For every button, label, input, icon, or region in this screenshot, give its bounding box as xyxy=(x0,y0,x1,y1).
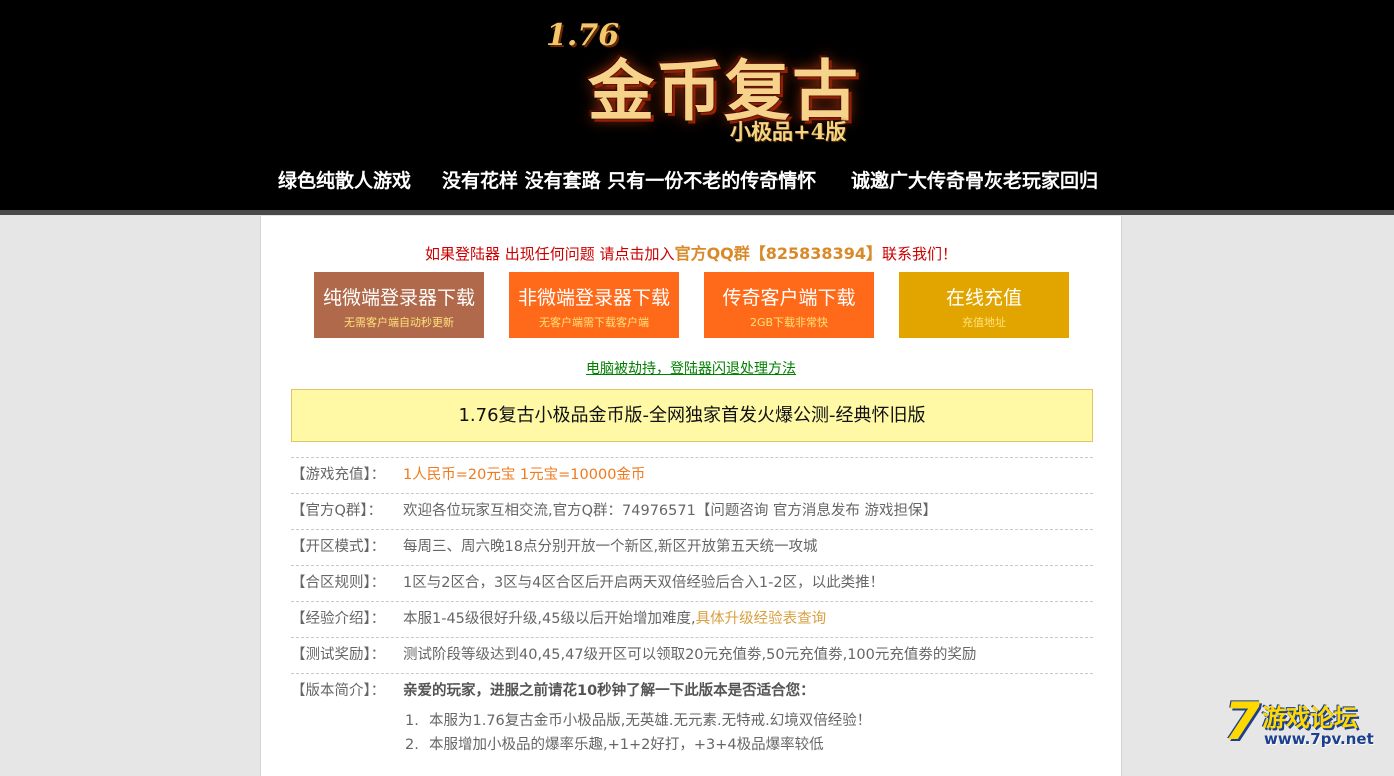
slogan-bar: 绿色纯散人游戏 没有花样 没有套路 只有一份不老的传奇情怀 诚邀广大传奇骨灰老玩… xyxy=(0,166,1394,192)
list-item: 1. 本服为1.76复古金币小极品版,无英雄.无元素.无特戒.幻境双倍经验！ xyxy=(405,709,871,733)
login-notice: 如果登陆器 出现任何问题 请点击加入官方QQ群【825838394】联系我们！ xyxy=(261,240,1121,264)
exp-table-link[interactable]: 具体升级经验表查询 xyxy=(696,611,827,627)
list-item-text: 本服增加小极品的爆率乐趣,+1+2好打，+3+4极品爆率较低 xyxy=(429,737,824,753)
version-intro-list: 1. 本服为1.76复古金币小极品版,无英雄.无元素.无特戒.幻境双倍经验！ 2.… xyxy=(405,709,871,757)
info-value: 测试阶段等级达到40,45,47级开区可以领取20元充值劵,50元充值劵,100… xyxy=(403,647,977,663)
hijack-fix-row: 电脑被劫持，登陆器闪退处理方法 xyxy=(261,358,1121,378)
info-label: 【游戏充值】： xyxy=(291,467,386,483)
info-row-experience: 【经验介绍】： 本服1-45级很好升级,45级以后开始增加难度,具体升级经验表查询 xyxy=(291,602,1093,638)
info-row-open-mode: 【开区模式】： 每周三、周六晚18点分别开放一个新区,新区开放第五天统一攻城 xyxy=(291,530,1093,566)
button-title: 在线充值 xyxy=(945,287,1022,309)
list-item: 2. 本服增加小极品的爆率乐趣,+1+2好打，+3+4极品爆率较低 xyxy=(405,733,871,757)
logo-subtitle: 小极品+4版 xyxy=(730,119,847,144)
list-item-number: 1. xyxy=(405,713,419,729)
info-row-merge-rules: 【合区规则】： 1区与2区合，3区与4区合区后开启两天双倍经验后合入1-2区，以此… xyxy=(291,566,1093,602)
content-panel: 如果登陆器 出现任何问题 请点击加入官方QQ群【825838394】联系我们！ … xyxy=(260,216,1122,776)
info-label: 【开区模式】： xyxy=(291,539,386,555)
notice-prefix: 如果登陆器 出现任何问题 请点击加入 xyxy=(425,245,675,263)
info-value: 欢迎各位玩家互相交流,官方Q群：74976571【问题咨询 官方消息发布 游戏担… xyxy=(403,503,938,519)
info-label: 【测试奖励】： xyxy=(291,647,386,663)
game-logo: 1.76 金币复古 小极品+4版 xyxy=(540,10,900,150)
info-label: 【官方Q群】： xyxy=(291,503,383,519)
list-item-text: 本服为1.76复古金币小极品版,无英雄.无元素.无特戒.幻境双倍经验！ xyxy=(429,713,872,729)
list-item-number: 2. xyxy=(405,737,419,753)
page-header: 1.76 金币复古 小极品+4版 绿色纯散人游戏 没有花样 没有套路 只有一份不… xyxy=(0,0,1394,210)
watermark-url: www.7pv.net xyxy=(1264,730,1374,748)
button-subtitle: 无客户端需下载客户端 xyxy=(539,316,649,329)
header-divider xyxy=(0,210,1394,215)
online-recharge-button[interactable]: 在线充值 充值地址 xyxy=(899,272,1069,338)
button-subtitle: 2GB下载非常快 xyxy=(749,316,829,329)
button-title: 非微端登录器下载 xyxy=(517,287,670,309)
info-row-qq: 【官方Q群】： 欢迎各位玩家互相交流,官方Q群：74976571【问题咨询 官方消… xyxy=(291,494,1093,530)
info-list: 【游戏充值】： 1人民币=20元宝 1元宝=10000金币 【官方Q群】： 欢迎各位… xyxy=(291,457,1093,769)
game-client-download-button[interactable]: 传奇客户端下载 2GB下载非常快 xyxy=(704,272,874,338)
info-row-test-reward: 【测试奖励】： 测试阶段等级达到40,45,47级开区可以领取20元充值劵,50元… xyxy=(291,638,1093,674)
notice-suffix: 联系我们！ xyxy=(881,245,957,263)
button-title: 传奇客户端下载 xyxy=(722,287,856,309)
button-subtitle: 充值地址 xyxy=(962,316,1006,329)
slogan-3: 诚邀广大传奇骨灰老玩家回归 xyxy=(851,170,1099,192)
slogan-2: 没有花样 没有套路 只有一份不老的传奇情怀 xyxy=(442,170,817,192)
hijack-fix-link[interactable]: 电脑被劫持，登陆器闪退处理方法 xyxy=(586,361,796,377)
info-value: 1人民币=20元宝 1元宝=10000金币 xyxy=(403,467,646,483)
watermark-name: 游戏论坛 xyxy=(1262,704,1358,732)
info-value: 1区与2区合，3区与4区合区后开启两天双倍经验后合入1-2区，以此类推！ xyxy=(403,575,885,591)
slogan-1: 绿色纯散人游戏 xyxy=(278,170,412,192)
info-label: 【版本简介】： xyxy=(291,683,386,699)
watermark-digit: 7 xyxy=(1224,692,1261,752)
headline-banner: 1.76复古小极品金币版-全网独家首发火爆公测-经典怀旧版 xyxy=(291,389,1093,442)
qq-group-link[interactable]: 官方QQ群【825838394】 xyxy=(675,244,882,263)
info-value: 亲爱的玩家，进服之前请花10秒钟了解一下此版本是否适合您： xyxy=(403,683,815,699)
info-value: 每周三、周六晚18点分别开放一个新区,新区开放第五天统一攻城 xyxy=(403,539,818,555)
full-client-launcher-download-button[interactable]: 非微端登录器下载 无客户端需下载客户端 xyxy=(509,272,679,338)
button-title: 纯微端登录器下载 xyxy=(322,287,475,309)
micro-client-download-button[interactable]: 纯微端登录器下载 无需客户端自动秒更新 xyxy=(314,272,484,338)
version-intro-list-wrap: 1. 本服为1.76复古金币小极品版,无英雄.无元素.无特戒.幻境双倍经验！ 2.… xyxy=(291,709,1093,769)
site-watermark-logo: 7 游戏论坛 www.7pv.net xyxy=(1222,692,1382,754)
info-label: 【合区规则】： xyxy=(291,575,386,591)
info-value: 本服1-45级很好升级,45级以后开始增加难度, xyxy=(403,611,696,627)
info-row-version-intro: 【版本简介】： 亲爱的玩家，进服之前请花10秒钟了解一下此版本是否适合您： xyxy=(291,674,1093,709)
info-label: 【经验介绍】： xyxy=(291,611,386,627)
info-row-recharge: 【游戏充值】： 1人民币=20元宝 1元宝=10000金币 xyxy=(291,458,1093,494)
button-subtitle: 无需客户端自动秒更新 xyxy=(344,316,454,329)
